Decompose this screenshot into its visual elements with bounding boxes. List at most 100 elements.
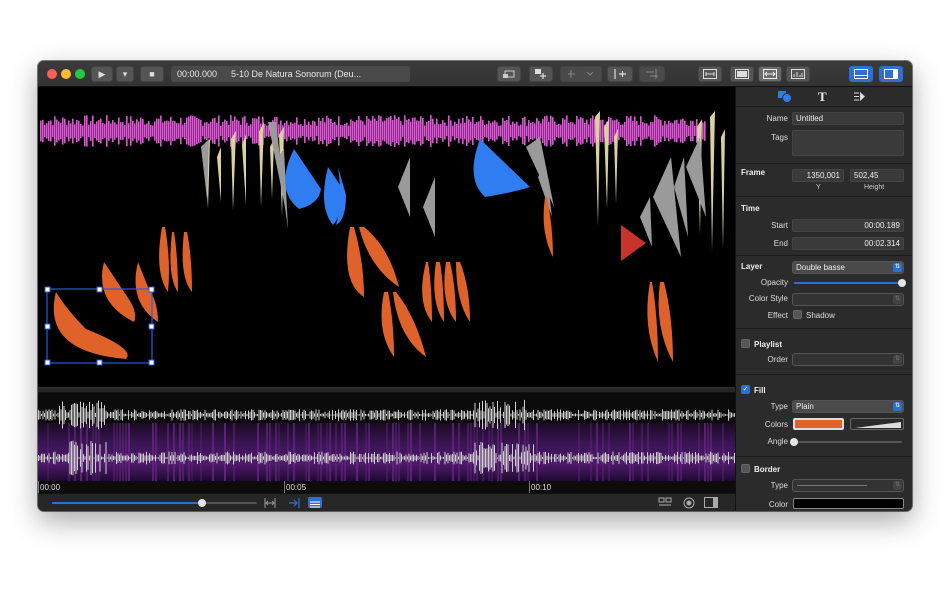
waveform-sample — [714, 453, 716, 463]
magenta-bar — [514, 123, 516, 139]
waveform-sample — [410, 455, 411, 461]
border-checkbox[interactable] — [741, 464, 750, 473]
opacity-slider-fill — [794, 282, 902, 284]
magenta-bar — [324, 122, 326, 140]
start-time-field[interactable]: 00:00.189 — [792, 219, 904, 232]
layout-grid-icon[interactable] — [658, 497, 672, 508]
waveform-sample — [435, 410, 437, 420]
magenta-bar — [294, 122, 296, 140]
border-type-label: Type — [770, 481, 788, 490]
playlist-checkbox[interactable] — [741, 339, 750, 348]
opacity-slider-knob[interactable] — [898, 279, 906, 287]
waveform-sample — [327, 452, 329, 464]
magenta-bar — [130, 116, 132, 146]
import-button[interactable] — [497, 66, 521, 82]
score-canvas[interactable] — [38, 87, 735, 387]
magenta-bar — [420, 116, 422, 146]
play-button[interactable]: ▶ — [91, 66, 113, 82]
snap-to-playhead-icon[interactable] — [288, 498, 300, 508]
waveform-sample — [80, 449, 81, 467]
fill-checkbox[interactable]: ✓ — [741, 385, 750, 394]
view-timeline-button[interactable] — [758, 66, 782, 82]
magenta-bar — [54, 116, 56, 146]
panel-right-icon[interactable] — [704, 497, 718, 508]
insert-marker-button[interactable] — [607, 66, 633, 82]
ruler-tick-10: 00:10 — [531, 483, 552, 492]
waveform-sample — [516, 410, 518, 420]
loop-toggle-button[interactable] — [308, 497, 322, 508]
play-options-button[interactable]: ▾ — [116, 66, 134, 82]
add-shape-button[interactable] — [529, 66, 553, 82]
angle-slider-knob[interactable] — [790, 438, 798, 446]
record-icon[interactable] — [683, 497, 695, 509]
view-spectrum-button[interactable] — [786, 66, 810, 82]
waveform-sample — [687, 453, 689, 463]
waveform-sample — [231, 409, 233, 421]
spectrogram-column — [608, 423, 610, 481]
close-window-button[interactable] — [47, 69, 57, 79]
waveform-sample — [201, 413, 203, 417]
waveform-sample — [549, 456, 551, 460]
layer-popup[interactable]: Double basse ⇅ — [792, 261, 904, 274]
waveform-sample — [176, 412, 177, 418]
align-menu-button[interactable] — [560, 66, 602, 82]
waveform-sample — [246, 455, 248, 461]
end-time-field[interactable]: 00:02.314 — [792, 237, 904, 250]
view-fit-button[interactable] — [698, 66, 722, 82]
play-icon: ▶ — [98, 68, 106, 79]
gradient-color-well[interactable] — [850, 418, 904, 430]
toggle-inspector-button[interactable] — [879, 66, 903, 82]
frame-height-field[interactable]: 502,45 — [850, 169, 904, 182]
magenta-bar — [364, 124, 366, 138]
magenta-bar — [204, 122, 206, 140]
waveform-sample — [129, 457, 131, 459]
stop-button[interactable]: ■ — [140, 66, 164, 82]
magenta-bar — [550, 115, 552, 147]
waveform-sample — [440, 409, 441, 421]
opacity-slider[interactable] — [794, 279, 906, 287]
name-field[interactable]: Untitled — [792, 112, 904, 125]
time-ruler[interactable]: 00:00 00:05 00:10 — [38, 481, 735, 493]
fill-type-popup[interactable]: Plain ⇅ — [792, 400, 904, 413]
waveform-sample — [486, 403, 488, 427]
waveform-sample — [581, 454, 582, 463]
color-style-popup[interactable]: ⇅ — [792, 293, 904, 306]
zoom-slider[interactable] — [52, 499, 257, 507]
magenta-bar — [638, 125, 640, 137]
frame-x-field[interactable]: 1350,001 — [792, 169, 844, 182]
orange-shapes[interactable] — [53, 197, 673, 362]
magenta-bar — [528, 120, 530, 142]
tags-field[interactable] — [792, 130, 904, 156]
split-button[interactable] — [639, 66, 665, 82]
waveform-sample — [144, 411, 146, 418]
waveform-sample — [107, 412, 108, 418]
magenta-bar — [680, 119, 682, 143]
border-type-popup[interactable]: ⇅ — [792, 479, 904, 492]
shadow-checkbox[interactable] — [793, 310, 802, 319]
zoom-window-button[interactable] — [75, 69, 85, 79]
waveform-sample — [660, 413, 662, 417]
magenta-bar — [488, 120, 490, 142]
spectrogram-column — [671, 423, 673, 481]
spectrogram-column — [578, 423, 580, 481]
border-color-well[interactable] — [793, 498, 904, 509]
spectrogram-column — [704, 423, 706, 481]
magenta-bar — [320, 121, 322, 141]
minimize-window-button[interactable] — [61, 69, 71, 79]
fill-color-well[interactable] — [793, 418, 844, 430]
order-popup[interactable]: ⇅ — [792, 353, 904, 366]
red-triangle-shape[interactable] — [621, 225, 646, 261]
view-canvas-button[interactable] — [730, 66, 754, 82]
waveform-spectrogram[interactable] — [38, 393, 735, 481]
zoom-slider-knob[interactable] — [197, 499, 206, 507]
animation-inspector-tab-icon[interactable] — [852, 91, 866, 102]
angle-slider[interactable] — [790, 438, 902, 446]
shape-inspector-tab-icon[interactable] — [778, 91, 792, 103]
waveform-sample — [228, 413, 230, 417]
waveform-sample — [539, 451, 540, 465]
waveform-sample — [287, 455, 288, 461]
text-inspector-tab-icon[interactable]: T — [818, 89, 827, 105]
toggle-bottom-panel-button[interactable] — [849, 66, 873, 82]
fit-width-icon[interactable] — [264, 498, 276, 508]
magenta-bar — [206, 122, 208, 140]
